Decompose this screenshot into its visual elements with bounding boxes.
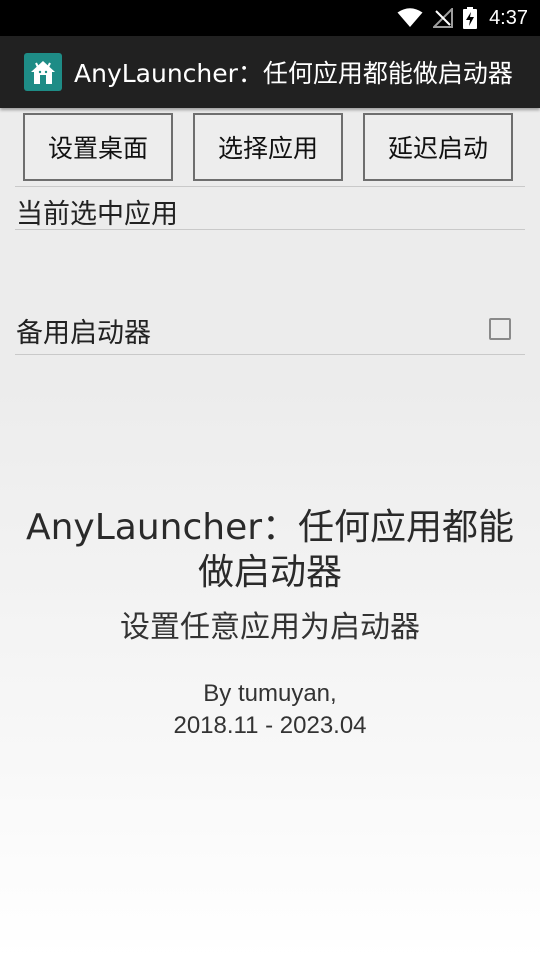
- wifi-icon: [397, 8, 423, 28]
- no-signal-icon: [433, 8, 454, 28]
- set-desktop-button[interactable]: 设置桌面: [23, 113, 173, 181]
- divider: [15, 354, 525, 355]
- divider: [15, 186, 525, 187]
- about-subtitle: 设置任意应用为启动器: [120, 610, 420, 645]
- date-range-text: 2018.11 - 2023.04: [173, 712, 367, 739]
- status-icons: 4:37: [397, 0, 528, 36]
- action-button-row: 设置桌面 选择应用 延迟启动: [23, 113, 517, 185]
- divider: [15, 229, 525, 230]
- app-title: AnyLauncher：任何应用都能做启动器: [74, 59, 513, 88]
- choose-app-button[interactable]: 选择应用: [193, 113, 343, 181]
- about-author-block: By tumuyan, 2018.11 - 2023.04: [0, 678, 540, 742]
- current-app-label: 当前选中应用: [16, 199, 178, 230]
- backup-launcher-checkbox[interactable]: [489, 318, 511, 340]
- about-title-line2: 做启动器: [197, 552, 342, 593]
- app-bar: AnyLauncher：任何应用都能做启动器: [0, 36, 540, 108]
- about-title: AnyLauncher：任何应用都能 做启动器: [0, 505, 540, 595]
- home-icon: [24, 53, 62, 91]
- delay-launch-button[interactable]: 延迟启动: [363, 113, 513, 181]
- status-bar: 4:37: [0, 0, 540, 36]
- about-title-line1: AnyLauncher：任何应用都能: [25, 507, 515, 548]
- author-text: By tumuyan,: [203, 680, 337, 707]
- backup-launcher-label: 备用启动器: [16, 318, 151, 349]
- battery-charging-icon: [463, 7, 478, 29]
- clock: 4:37: [489, 6, 528, 29]
